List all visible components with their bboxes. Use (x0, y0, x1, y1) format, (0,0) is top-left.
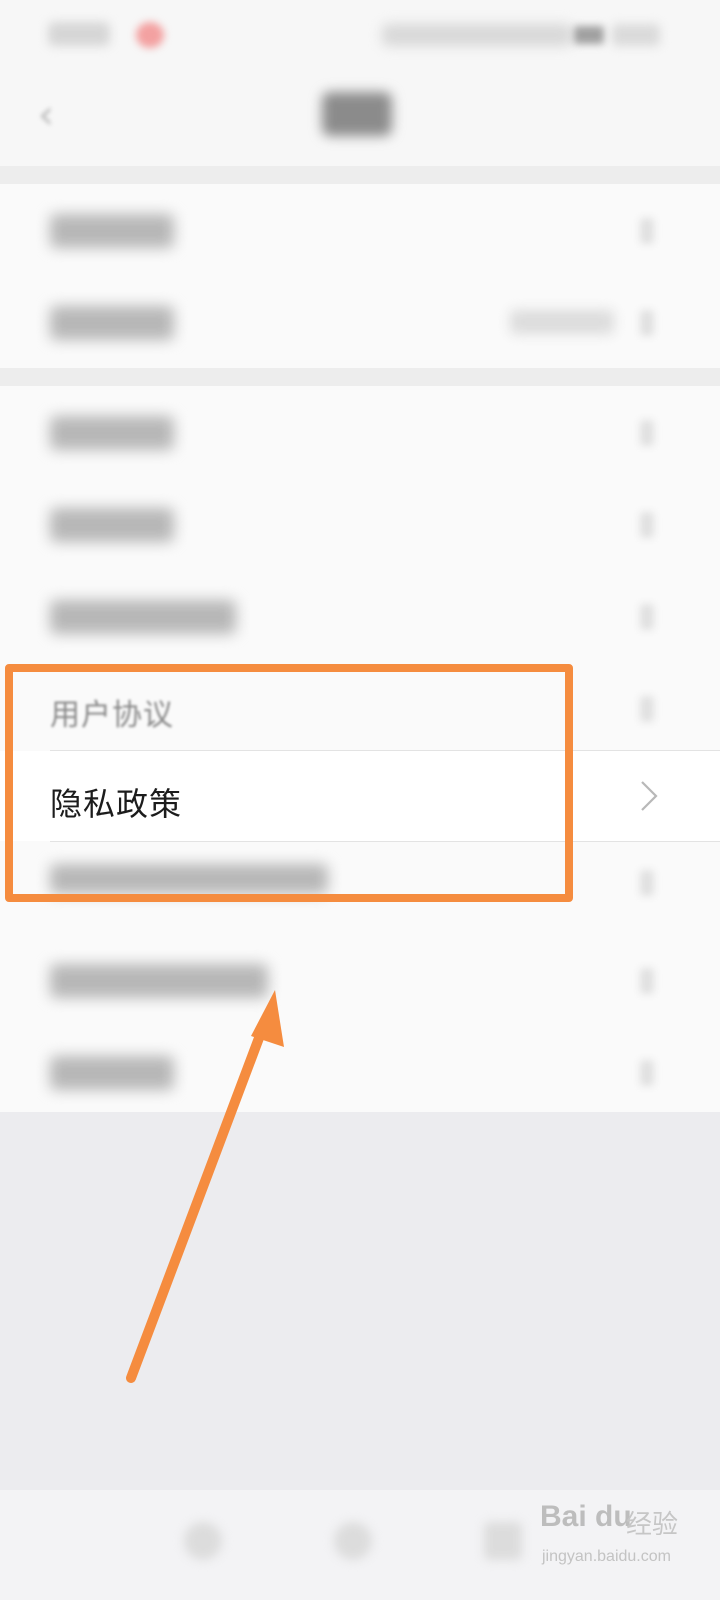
watermark-url: jingyan.baidu.com (542, 1548, 671, 1565)
watermark-product: 经验 (626, 1510, 679, 1540)
pointer-arrow-icon (126, 990, 284, 1383)
baidu-jingyan-watermark: Bai du 经验 jingyan.baidu.com (540, 1492, 710, 1582)
watermark-brand: Bai du (540, 1500, 632, 1533)
